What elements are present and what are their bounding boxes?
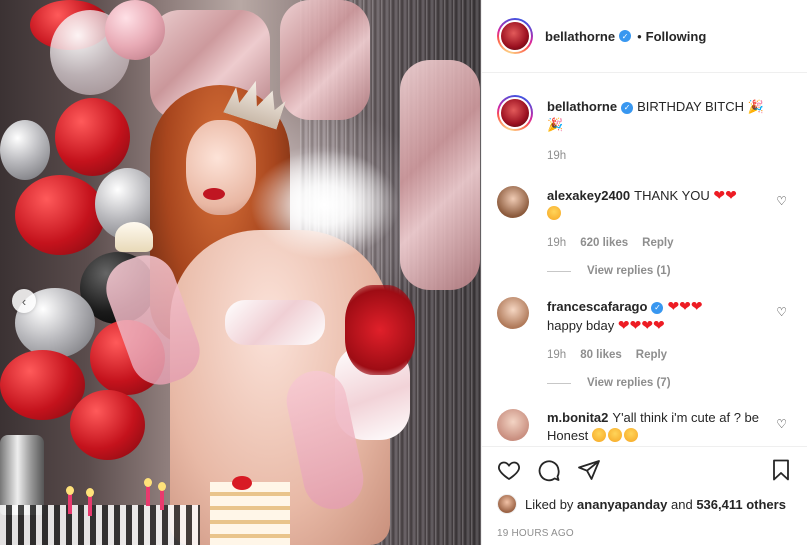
candle bbox=[66, 486, 74, 514]
reply-button[interactable]: Reply bbox=[642, 237, 673, 249]
cocktail-shaker bbox=[0, 435, 44, 515]
heart-icon[interactable] bbox=[497, 458, 521, 482]
comment-username[interactable]: alexakey2400 bbox=[547, 188, 630, 203]
birthday-cake bbox=[210, 482, 290, 545]
foil-balloon-side bbox=[400, 60, 480, 290]
comments-list[interactable]: bellathorne ✓ BIRTHDAY BITCH 🎉🎉 19h alexak… bbox=[482, 74, 807, 446]
balloon bbox=[55, 98, 130, 176]
liked-by-user[interactable]: ananyapanday bbox=[577, 497, 667, 512]
post-header: bellathorne ✓ • Following bbox=[482, 0, 807, 73]
chevron-left-icon: ‹ bbox=[21, 293, 27, 309]
instagram-post: ‹ bellathorne ✓ • Following bellathorne ✓… bbox=[0, 0, 807, 545]
bookmark-icon[interactable] bbox=[769, 458, 793, 482]
caption-username[interactable]: bellathorne bbox=[547, 99, 617, 114]
candle bbox=[144, 478, 152, 506]
comment-text: m.bonita2 Y'all think i'm cute af ? be Ho… bbox=[547, 410, 759, 443]
comment-item: francescafarago ✓ ❤❤❤ happy bday ❤❤❤❤ 19h … bbox=[497, 297, 793, 361]
likes-count[interactable]: 80 likes bbox=[580, 349, 622, 361]
comment-icon[interactable] bbox=[537, 458, 561, 482]
caption-time[interactable]: 19h bbox=[547, 150, 566, 162]
balloon bbox=[70, 390, 145, 460]
comment-item: m.bonita2 Y'all think i'm cute af ? be Ho… bbox=[497, 409, 793, 445]
verified-icon: ✓ bbox=[619, 30, 632, 42]
lips bbox=[203, 188, 225, 200]
author-avatar[interactable] bbox=[497, 18, 533, 54]
view-replies-button[interactable]: View replies (1) bbox=[547, 265, 793, 277]
comment-avatar[interactable] bbox=[497, 409, 529, 441]
reply-button[interactable]: Reply bbox=[636, 349, 667, 361]
header-separator: • bbox=[637, 28, 642, 44]
comment-item: alexakey2400 THANK YOU ❤❤ 19h 620 likes R… bbox=[497, 186, 793, 249]
heart-emoji: ❤❤❤❤ bbox=[617, 317, 665, 333]
carousel-prev-button[interactable]: ‹ bbox=[12, 289, 36, 313]
like-comment-heart-icon[interactable]: ♡ bbox=[776, 417, 787, 431]
likes-count[interactable]: 620 likes bbox=[580, 237, 628, 249]
action-bar bbox=[497, 450, 793, 490]
post-actions: Liked by ananyapanday and 536,411 others… bbox=[482, 446, 807, 545]
comment-avatar[interactable] bbox=[497, 186, 529, 218]
strawberry bbox=[232, 476, 252, 490]
post-photo[interactable]: ‹ bbox=[0, 0, 481, 545]
post-timestamp[interactable]: 19 HOURS AGO bbox=[497, 528, 793, 539]
share-icon[interactable] bbox=[577, 458, 601, 482]
verified-icon: ✓ bbox=[651, 301, 664, 314]
following-button[interactable]: Following bbox=[646, 29, 707, 44]
comment-username[interactable]: francescafarago bbox=[547, 299, 647, 314]
balloon bbox=[15, 175, 105, 255]
candle bbox=[86, 488, 94, 516]
view-replies-button[interactable]: View replies (7) bbox=[547, 377, 793, 389]
heart-emoji: ❤❤ bbox=[713, 187, 737, 203]
balloon bbox=[105, 0, 165, 60]
camera-flash-glare bbox=[250, 150, 400, 260]
caption-text: bellathorne ✓ BIRTHDAY BITCH 🎉🎉 bbox=[547, 99, 764, 132]
party-table bbox=[0, 505, 200, 545]
feather-boa bbox=[345, 285, 415, 375]
liked-by: Liked by ananyapanday and 536,411 others bbox=[497, 494, 793, 514]
comment-avatar[interactable] bbox=[497, 297, 529, 329]
verified-icon: ✓ bbox=[621, 101, 634, 114]
comment-username[interactable]: m.bonita2 bbox=[547, 410, 608, 425]
cupcake bbox=[115, 222, 153, 252]
liked-by-avatar[interactable] bbox=[497, 494, 517, 514]
balloon bbox=[0, 120, 50, 180]
heart-eyes-emoji bbox=[547, 206, 561, 220]
post-sidebar: bellathorne ✓ • Following bellathorne ✓ BI… bbox=[481, 0, 807, 545]
comment-meta: 19h 80 likes Reply bbox=[547, 349, 668, 361]
like-comment-heart-icon[interactable]: ♡ bbox=[776, 305, 787, 319]
author-username[interactable]: bellathorne bbox=[545, 29, 615, 44]
balloon bbox=[0, 350, 85, 420]
like-comment-heart-icon[interactable]: ♡ bbox=[776, 194, 787, 208]
caption-avatar[interactable] bbox=[497, 95, 533, 131]
caption: bellathorne ✓ BIRTHDAY BITCH 🎉🎉 19h bbox=[497, 95, 793, 162]
candle bbox=[158, 482, 166, 510]
foil-balloon-d bbox=[280, 0, 370, 120]
caption-meta: 19h bbox=[547, 150, 769, 162]
likes-others-count[interactable]: 536,411 others bbox=[696, 497, 786, 512]
outfit-top bbox=[225, 300, 325, 345]
comment-text: francescafarago ✓ ❤❤❤ happy bday ❤❤❤❤ bbox=[547, 298, 703, 333]
face bbox=[186, 120, 256, 215]
comment-meta: 19h 620 likes Reply bbox=[547, 237, 674, 249]
comment-text: alexakey2400 THANK YOU ❤❤ bbox=[547, 186, 769, 223]
angry-emoji bbox=[591, 428, 606, 442]
